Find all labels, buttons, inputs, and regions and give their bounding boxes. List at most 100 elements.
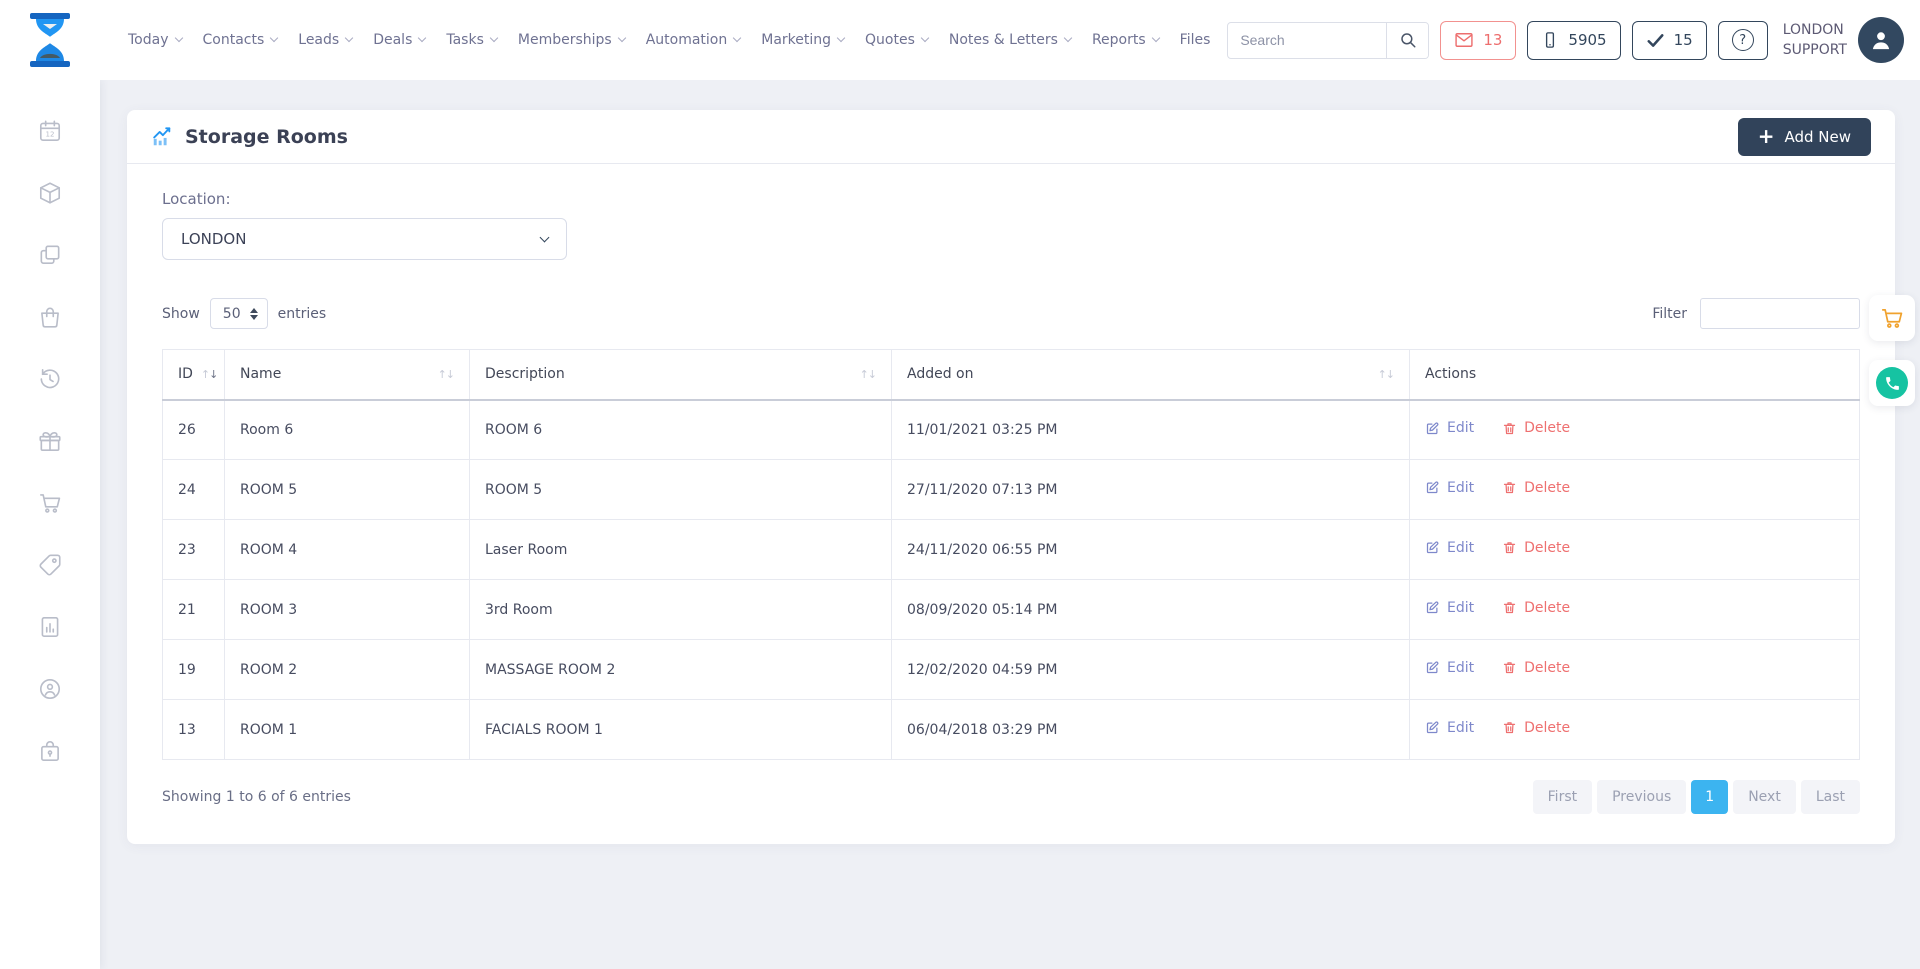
nav-item-automation[interactable]: Automation [646,32,741,48]
card-body: Location: LONDON Show 50 entries Filter [127,164,1895,844]
search-button[interactable] [1386,23,1428,58]
nav-item-marketing[interactable]: Marketing [761,32,844,48]
edit-icon [1425,600,1440,615]
nav-item-leads[interactable]: Leads [298,32,352,48]
messages-count: 13 [1483,31,1502,49]
pagination-next-button[interactable]: Next [1733,780,1796,814]
delete-button[interactable]: Delete [1502,420,1570,436]
nav-item-today[interactable]: Today [128,32,182,48]
package-icon[interactable] [37,180,63,206]
cell-name: ROOM 5 [225,460,470,520]
avatar[interactable] [1858,17,1904,63]
cell-added-on: 12/02/2020 04:59 PM [892,640,1410,700]
floating-phone-button[interactable] [1869,360,1915,406]
user-name-line2: SUPPORT [1783,40,1847,60]
edit-button[interactable]: Edit [1425,600,1474,616]
gift-icon[interactable] [37,428,63,454]
edit-label: Edit [1447,540,1474,556]
nav-item-label: Notes & Letters [949,32,1058,48]
calendar-icon[interactable]: 12 [37,118,63,144]
pagination-previous-button[interactable]: Previous [1597,780,1686,814]
report-icon[interactable] [37,614,63,640]
table-row: 26Room 6ROOM 611/01/2021 03:25 PMEditDel… [163,400,1860,460]
nav-item-tasks[interactable]: Tasks [446,32,497,48]
edit-button[interactable]: Edit [1425,420,1474,436]
search-input[interactable] [1228,23,1386,58]
floating-cart-button[interactable] [1869,295,1915,341]
column-header-id[interactable]: ID ↑↓ [163,350,225,400]
pagination: First Previous 1 Next Last [1533,780,1860,814]
calls-count: 5905 [1568,31,1606,49]
messages-badge-button[interactable]: 13 [1440,21,1516,60]
edit-button[interactable]: Edit [1425,480,1474,496]
help-button[interactable]: ? [1718,21,1768,60]
pagination-first-button[interactable]: First [1533,780,1592,814]
delete-button[interactable]: Delete [1502,540,1570,556]
column-header-name[interactable]: Name ↑↓ [225,350,470,400]
column-header-description[interactable]: Description ↑↓ [470,350,892,400]
cell-name: ROOM 1 [225,700,470,760]
trash-icon [1502,480,1517,495]
calls-badge-button[interactable]: 5905 [1527,21,1620,60]
cell-id: 19 [163,640,225,700]
app-logo[interactable] [0,11,100,69]
nav-item-deals[interactable]: Deals [373,32,425,48]
nav-item-label: Quotes [865,32,915,48]
tag-icon[interactable] [37,552,63,578]
table-row: 13ROOM 1FACIALS ROOM 106/04/2018 03:29 P… [163,700,1860,760]
main-nav: Today Contacts Leads Deals Tasks Memberships A… [128,32,1210,48]
filter-input[interactable] [1700,298,1860,329]
pagination-page-1-button[interactable]: 1 [1691,780,1728,814]
shopping-bag-icon[interactable] [37,304,63,330]
table-body: 26Room 6ROOM 611/01/2021 03:25 PMEditDel… [163,400,1860,760]
trash-icon [1502,600,1517,615]
delete-button[interactable]: Delete [1502,660,1570,676]
phone-circle [1876,367,1908,399]
delete-label: Delete [1524,600,1570,616]
svg-text:12: 12 [46,130,55,139]
column-header-added-on[interactable]: Added on ↑↓ [892,350,1410,400]
copy-icon[interactable] [37,242,63,268]
cell-added-on: 27/11/2020 07:13 PM [892,460,1410,520]
nav-item-quotes[interactable]: Quotes [865,32,928,48]
nav-item-contacts[interactable]: Contacts [203,32,278,48]
table-row: 19ROOM 2MASSAGE ROOM 212/02/2020 04:59 P… [163,640,1860,700]
tasks-badge-button[interactable]: 15 [1632,21,1707,60]
cell-actions: Edit Delete [1410,520,1860,580]
nav-item-notes-letters[interactable]: Notes & Letters [949,32,1071,48]
account-sync-icon[interactable] [37,676,63,702]
nav-item-label: Files [1180,32,1211,48]
delete-button[interactable]: Delete [1502,720,1570,736]
sidebar: 12 [0,80,100,969]
delete-button[interactable]: Delete [1502,600,1570,616]
nav-item-label: Contacts [203,32,265,48]
topbar-right: 13 5905 15 ? LONDON SUPPORT [1227,17,1920,63]
top-bar: Today Contacts Leads Deals Tasks Memberships A… [0,0,1920,80]
cell-name: ROOM 2 [225,640,470,700]
location-label: Location: [162,190,1860,208]
nav-item-files[interactable]: Files [1180,32,1211,48]
edit-button[interactable]: Edit [1425,660,1474,676]
page-length-select[interactable]: 50 [210,298,268,329]
chevron-down-icon [490,34,498,42]
delete-button[interactable]: Delete [1502,480,1570,496]
cell-actions: Edit Delete [1410,580,1860,640]
cell-id: 24 [163,460,225,520]
cart-icon[interactable] [37,490,63,516]
add-new-button[interactable]: + Add New [1738,118,1871,156]
search-icon [1399,31,1417,49]
location-select[interactable]: LONDON [162,218,567,260]
lockbox-icon[interactable] [37,738,63,764]
tasks-count: 15 [1674,31,1693,49]
chevron-down-icon [617,34,625,42]
nav-item-label: Marketing [761,32,831,48]
history-icon[interactable] [37,366,63,392]
pagination-last-button[interactable]: Last [1801,780,1860,814]
edit-button[interactable]: Edit [1425,720,1474,736]
nav-item-label: Reports [1092,32,1146,48]
search-box [1227,22,1429,59]
nav-item-reports[interactable]: Reports [1092,32,1159,48]
edit-button[interactable]: Edit [1425,540,1474,556]
cell-id: 26 [163,400,225,460]
nav-item-memberships[interactable]: Memberships [518,32,625,48]
